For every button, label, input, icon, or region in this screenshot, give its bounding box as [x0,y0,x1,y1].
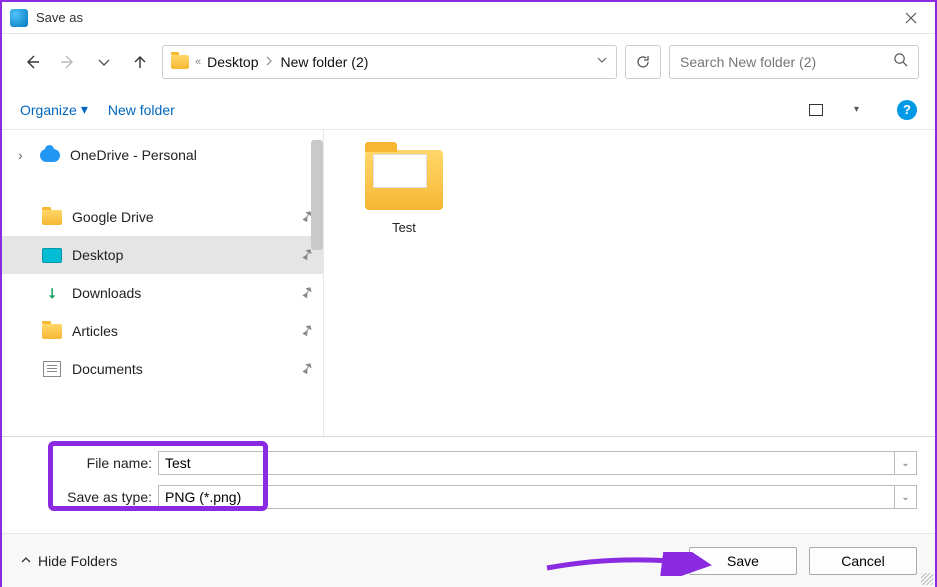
arrow-right-icon [60,54,76,70]
filename-label: File name: [52,455,152,471]
tree-label: OneDrive - Personal [70,147,197,163]
search-icon[interactable] [893,52,908,72]
breadcrumb-desktop[interactable]: Desktop [207,54,258,70]
footer: Hide Folders Save Cancel [2,533,935,587]
organize-menu[interactable]: Organize ▾ [20,101,88,118]
tree-scrollbar[interactable] [311,140,323,250]
hide-folders-button[interactable]: Hide Folders [20,553,117,569]
save-button[interactable]: Save [689,547,797,575]
folder-icon [365,150,443,210]
organize-label: Organize [20,102,77,118]
help-button[interactable]: ? [897,100,917,120]
tree-gdrive[interactable]: Google Drive [2,198,323,236]
app-icon [10,9,28,27]
hide-folders-label: Hide Folders [38,553,117,569]
command-bar: Organize ▾ New folder ▾ ? [2,90,935,130]
arrow-left-icon [24,54,40,70]
back-button[interactable] [18,48,46,76]
documents-icon [43,361,61,377]
arrow-up-icon [132,54,148,70]
annotation-arrow [542,552,712,576]
chevron-right-icon [264,53,274,71]
fields-panel: File name: ⌄ Save as type: ⌄ [2,436,935,533]
pin-icon [298,283,316,303]
close-icon [905,12,917,24]
refresh-icon [635,54,651,70]
search-input[interactable] [680,54,885,70]
folder-icon [42,210,62,225]
view-icon [809,104,823,116]
breadcrumb-bar[interactable]: « Desktop New folder (2) [162,45,617,79]
pin-icon [298,321,316,341]
tree-label: Desktop [72,247,123,263]
tree-label: Documents [72,361,143,377]
tree-articles[interactable]: Articles [2,312,323,350]
folder-icon [171,55,189,69]
download-icon: ⭣ [42,283,62,303]
breadcrumb-root: « [195,56,201,68]
view-dropdown[interactable]: ▾ [854,104,859,115]
tree-label: Google Drive [72,209,154,225]
tree-label: Downloads [72,285,141,301]
close-button[interactable] [891,4,931,32]
new-folder-button[interactable]: New folder [108,102,175,118]
filetype-select[interactable] [158,485,895,509]
file-list[interactable]: Test [324,130,935,436]
caret-down-icon: ▾ [81,101,88,118]
folder-name: Test [354,220,454,235]
nav-tree: › OneDrive - Personal Google Drive Deskt… [2,130,324,436]
tree-desktop[interactable]: Desktop [2,236,323,274]
cloud-icon [40,149,60,162]
tree-label: Articles [72,323,118,339]
tree-onedrive[interactable]: › OneDrive - Personal [2,136,323,174]
breadcrumb-dropdown[interactable] [596,53,608,71]
folder-icon [42,324,62,339]
forward-button[interactable] [54,48,82,76]
breadcrumb-newfolder[interactable]: New folder (2) [280,54,368,70]
chevron-down-icon [96,54,112,70]
navbar: « Desktop New folder (2) [2,34,935,90]
view-button[interactable] [804,101,828,119]
search-box[interactable] [669,45,919,79]
save-as-dialog: Save as « Desktop New folder (2) [0,0,937,587]
chevron-up-icon [20,553,32,569]
pin-icon [298,359,316,379]
folder-item-test[interactable]: Test [354,150,454,235]
tree-documents[interactable]: Documents [2,350,323,388]
filetype-label: Save as type: [52,489,152,505]
titlebar: Save as [2,2,935,34]
refresh-button[interactable] [625,45,661,79]
body: › OneDrive - Personal Google Drive Deskt… [2,130,935,436]
tree-downloads[interactable]: ⭣ Downloads [2,274,323,312]
expand-icon[interactable]: › [18,147,30,163]
desktop-icon [42,248,62,263]
filename-dropdown[interactable]: ⌄ [895,451,917,475]
cancel-button[interactable]: Cancel [809,547,917,575]
up-button[interactable] [126,48,154,76]
resize-grip[interactable] [921,573,933,585]
filename-input[interactable] [158,451,895,475]
recent-dropdown[interactable] [90,48,118,76]
filetype-dropdown[interactable]: ⌄ [895,485,917,509]
window-title: Save as [36,10,891,25]
